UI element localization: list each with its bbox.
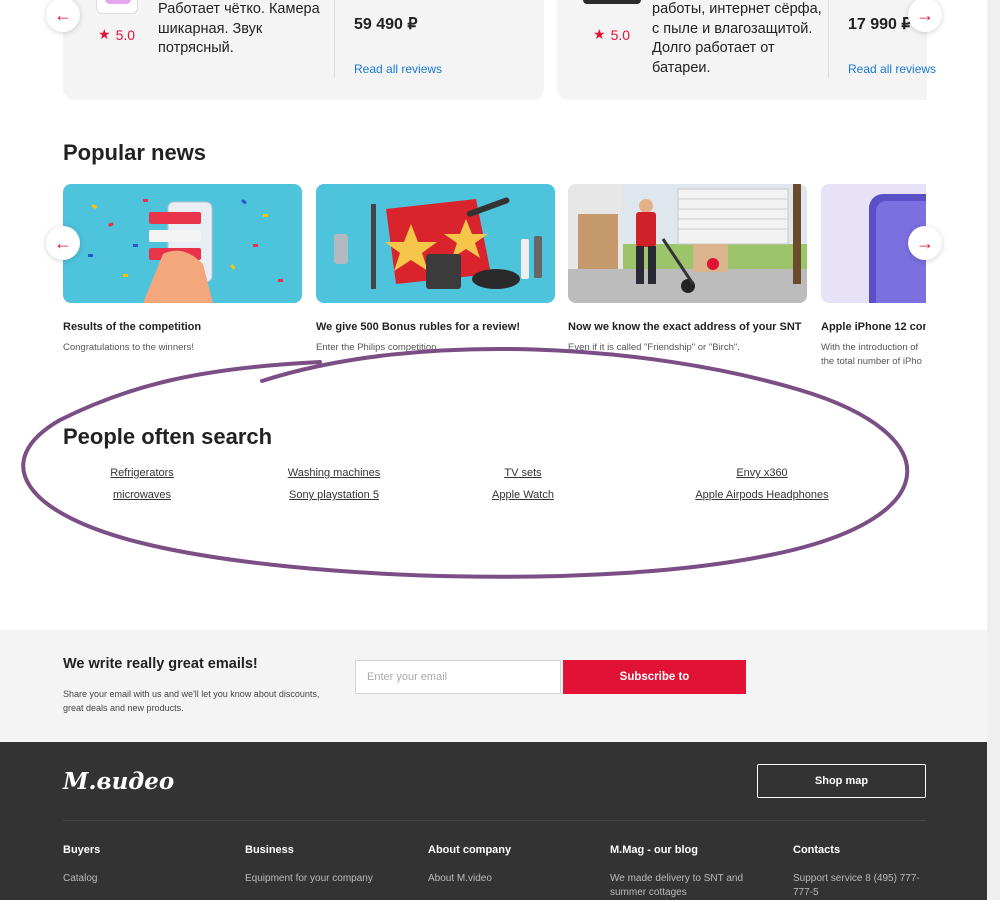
footer-column-business: Business Equipment for your company bbox=[245, 844, 405, 886]
footer-column-buyers: Buyers Catalog bbox=[63, 844, 223, 886]
page: ★ 5.0 Работает чётко. Камера шикарная. З… bbox=[0, 0, 1000, 900]
rating-value: 5.0 bbox=[610, 26, 631, 43]
footer-column-blog: M.Mag - our blog We made delivery to SNT… bbox=[610, 844, 770, 900]
scrollbar[interactable] bbox=[987, 0, 1000, 900]
news-prev-button[interactable]: ← bbox=[46, 226, 80, 260]
price: 59 490 ₽ bbox=[354, 16, 418, 33]
divider bbox=[334, 0, 335, 78]
news-card-clipped[interactable]: Apple iPhone 12 con With the introductio… bbox=[821, 184, 926, 384]
popular-news-heading: Popular news bbox=[63, 140, 207, 165]
footer-column-contacts: Contacts Support service 8 (495) 777-777… bbox=[793, 844, 953, 900]
read-all-reviews-link[interactable]: Read all reviews bbox=[354, 62, 442, 76]
email-input[interactable] bbox=[355, 660, 561, 694]
footer-divider bbox=[63, 820, 926, 821]
arrow-left-icon: ← bbox=[54, 233, 72, 253]
subscribe-text: Share your email with us and we'll let y… bbox=[63, 689, 320, 713]
logo[interactable]: М.видео bbox=[63, 768, 174, 795]
arrow-right-icon: → bbox=[916, 233, 934, 253]
search-link[interactable]: TV sets bbox=[504, 467, 541, 479]
subscribe-button[interactable]: Subscribe to bbox=[563, 660, 746, 694]
news-subtitle: Congratulations to the winners! bbox=[63, 342, 194, 353]
news-next-button[interactable]: → bbox=[908, 226, 942, 260]
price: 17 990 ₽ bbox=[848, 16, 912, 33]
footer-link[interactable]: About M.video bbox=[428, 872, 563, 886]
search-link[interactable]: Washing machines bbox=[288, 467, 381, 479]
news-card[interactable]: Now we know the exact address of your SN… bbox=[568, 184, 807, 355]
footer-column-title: Contacts bbox=[793, 844, 841, 856]
delivery-illustration bbox=[568, 184, 807, 303]
search-link[interactable]: Apple Airpods Headphones bbox=[695, 489, 828, 501]
search-link[interactable]: Apple Watch bbox=[492, 489, 554, 501]
news-title[interactable]: Now we know the exact address of your SN… bbox=[568, 321, 807, 333]
footer-link[interactable]: Catalog bbox=[63, 872, 198, 886]
review-text: Работает чётко. Камера шикарная. Звук по… bbox=[158, 1, 320, 56]
news-image-delivery[interactable] bbox=[568, 184, 807, 303]
news-subtitle: Even if it is called "Friendship" or "Bi… bbox=[568, 342, 740, 353]
subscribe-section: We write really great emails! Share your… bbox=[0, 630, 987, 742]
rating: ★ 5.0 bbox=[593, 26, 630, 43]
footer-link[interactable]: Equipment for your company bbox=[245, 872, 380, 886]
confetti-phone-illustration bbox=[88, 199, 283, 303]
news-title[interactable]: Apple iPhone 12 con bbox=[821, 321, 926, 333]
review-text: работы, интернет сёрфа, с пыле и влагоза… bbox=[652, 1, 822, 76]
news-card[interactable]: Results of the competition Congratulatio… bbox=[63, 184, 302, 355]
search-link[interactable]: Sony playstation 5 bbox=[289, 489, 379, 501]
search-link[interactable]: microwaves bbox=[113, 489, 171, 501]
footer-column-title: About company bbox=[428, 844, 512, 856]
read-all-reviews-link[interactable]: Read all reviews bbox=[848, 62, 936, 76]
product-thumbnail[interactable] bbox=[96, 0, 138, 14]
shop-map-button[interactable]: Shop map bbox=[757, 764, 926, 798]
news-title[interactable]: We give 500 Bonus rubles for a review! bbox=[316, 321, 555, 333]
rating: ★ 5.0 bbox=[98, 26, 135, 43]
footer: М.видео Shop map Buyers Catalog Business… bbox=[0, 742, 987, 900]
news-image-bonus[interactable] bbox=[316, 184, 555, 303]
subscribe-title: We write really great emails! bbox=[63, 656, 258, 672]
divider bbox=[828, 0, 829, 78]
footer-link[interactable]: We made delivery to SNT and summer cotta… bbox=[610, 872, 745, 900]
appliances-illustration bbox=[334, 197, 542, 289]
search-link[interactable]: Envy x360 bbox=[736, 467, 787, 479]
news-title[interactable]: Results of the competition bbox=[63, 321, 302, 333]
product-thumbnail[interactable] bbox=[583, 0, 641, 4]
rating-value: 5.0 bbox=[115, 26, 136, 43]
search-link[interactable]: Refrigerators bbox=[110, 467, 174, 479]
people-search-heading: People often search bbox=[63, 424, 273, 449]
news-subtitle: Enter the Philips competition bbox=[316, 342, 437, 353]
star-icon: ★ bbox=[98, 26, 111, 42]
footer-link[interactable]: Support service 8 (495) 777-777-5 bbox=[793, 872, 921, 900]
footer-column-title: Buyers bbox=[63, 844, 101, 856]
news-card[interactable]: We give 500 Bonus rubles for a review! E… bbox=[316, 184, 555, 355]
arrow-right-icon: → bbox=[916, 5, 934, 25]
arrow-left-icon: ← bbox=[54, 5, 72, 25]
reviews-next-button[interactable]: → bbox=[908, 0, 942, 32]
review-card: ★ 5.0 Работает чётко. Камера шикарная. З… bbox=[63, 0, 544, 100]
footer-column-title: M.Mag - our blog bbox=[610, 844, 698, 856]
news-image-competition[interactable] bbox=[63, 184, 302, 303]
footer-column-about: About company About M.video bbox=[428, 844, 588, 886]
review-card: ★ 5.0 работы, интернет сёрфа, с пыле и в… bbox=[557, 0, 936, 100]
news-subtitle: With the introduction of the total numbe… bbox=[821, 342, 922, 367]
footer-column-title: Business bbox=[245, 844, 294, 856]
star-icon: ★ bbox=[593, 26, 606, 42]
